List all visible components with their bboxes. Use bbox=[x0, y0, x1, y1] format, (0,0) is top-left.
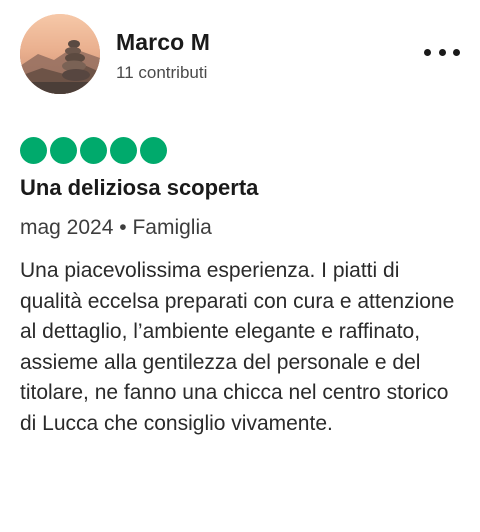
more-horizontal-icon-dot bbox=[424, 48, 431, 56]
rating-bubble-filled bbox=[50, 137, 77, 164]
contributions-count: 11 contributi bbox=[116, 63, 208, 82]
avatar-image bbox=[20, 14, 100, 94]
rating-bubble-filled bbox=[110, 137, 137, 164]
review-date: mag 2024 bbox=[20, 216, 114, 239]
rating-bubble-filled bbox=[140, 137, 167, 164]
more-horizontal-icon-dot bbox=[438, 48, 446, 56]
rating-bubbles bbox=[20, 137, 167, 164]
review-body: Una piacevolissima esperienza. I piatti … bbox=[20, 259, 455, 435]
more-options-button[interactable] bbox=[424, 40, 460, 64]
review-title: Una deliziosa scoperta bbox=[20, 175, 259, 200]
review-header: Marco M 11 contributi bbox=[20, 14, 460, 98]
trip-type: Famiglia bbox=[132, 216, 212, 239]
review-meta: mag 2024 • Famiglia bbox=[20, 213, 212, 243]
more-horizontal-icon-dot bbox=[453, 48, 460, 56]
meta-separator: • bbox=[119, 216, 127, 239]
rating-bubble-filled bbox=[20, 137, 47, 164]
user-meta: Marco M 11 contributi bbox=[116, 28, 210, 84]
avatar[interactable] bbox=[20, 14, 100, 94]
review-card: Marco M 11 contributi Una deliziosa scop… bbox=[0, 0, 480, 532]
rating-bubble-filled bbox=[80, 137, 107, 164]
user-name[interactable]: Marco M bbox=[116, 28, 210, 56]
